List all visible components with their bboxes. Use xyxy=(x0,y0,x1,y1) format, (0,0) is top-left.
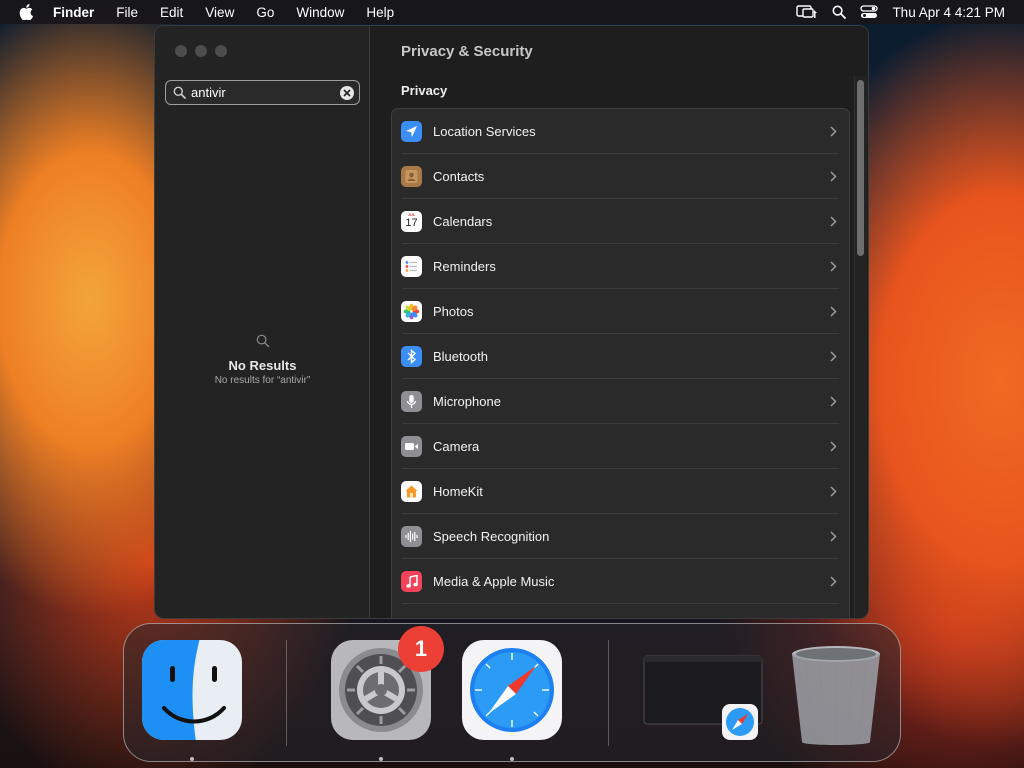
menu-file[interactable]: File xyxy=(116,5,138,20)
notification-badge: 1 xyxy=(398,626,444,672)
window-controls xyxy=(175,45,235,57)
privacy-list: Location Services Contacts JUL 17 Calend… xyxy=(391,108,850,618)
menu-window[interactable]: Window xyxy=(296,5,344,20)
list-item-label: Bluetooth xyxy=(433,349,488,364)
minimize-window-button[interactable] xyxy=(195,45,207,57)
search-icon xyxy=(155,334,370,348)
menu-edit[interactable]: Edit xyxy=(160,5,183,20)
list-item-bluetooth[interactable]: Bluetooth xyxy=(392,334,849,379)
list-item-label: Speech Recognition xyxy=(433,529,550,544)
settings-content: Privacy & Security Privacy Location Serv… xyxy=(371,26,868,618)
waveform-icon xyxy=(401,526,422,547)
trash-icon xyxy=(792,646,880,745)
list-item-homekit[interactable]: HomeKit xyxy=(392,469,849,514)
apple-logo-icon[interactable] xyxy=(19,4,33,20)
chevron-right-icon xyxy=(830,306,837,317)
list-item-label: Camera xyxy=(433,439,480,454)
dock-trash[interactable] xyxy=(784,638,888,745)
menu-clock[interactable]: Thu Apr 4 4:21 PM xyxy=(892,5,1005,20)
chevron-right-icon xyxy=(830,216,837,227)
running-indicator xyxy=(190,757,194,761)
list-item-label: HomeKit xyxy=(433,484,483,499)
list-item-contacts[interactable]: Contacts xyxy=(392,154,849,199)
chevron-right-icon xyxy=(830,261,837,272)
spotlight-search-icon[interactable] xyxy=(832,5,847,19)
list-item-label: Reminders xyxy=(433,259,496,274)
list-item-label: Location Services xyxy=(433,124,536,139)
chevron-right-icon xyxy=(830,486,837,497)
dock-separator xyxy=(608,640,609,746)
list-item-reminders[interactable]: Reminders xyxy=(392,244,849,289)
menu-go[interactable]: Go xyxy=(256,5,274,20)
menu-view[interactable]: View xyxy=(205,5,234,20)
minimized-window-icon xyxy=(643,655,763,740)
search-input[interactable]: antivir xyxy=(191,85,340,100)
search-icon xyxy=(173,86,186,99)
no-results-panel: No Results No results for “antivir” xyxy=(155,334,370,386)
list-item-camera[interactable]: Camera xyxy=(392,424,849,469)
clear-search-icon[interactable] xyxy=(340,85,354,100)
bluetooth-icon xyxy=(401,346,422,367)
calendar-icon: JUL 17 xyxy=(401,211,422,232)
location-arrow-icon xyxy=(401,121,422,142)
list-item-label: Media & Apple Music xyxy=(433,574,555,589)
close-window-button[interactable] xyxy=(175,45,187,57)
list-item-calendars[interactable]: JUL 17 Calendars xyxy=(392,199,849,244)
music-note-icon xyxy=(401,571,422,592)
no-results-subtitle: No results for “antivir” xyxy=(214,375,311,386)
chevron-right-icon xyxy=(830,351,837,362)
list-item-label: Calendars xyxy=(433,214,493,229)
microphone-icon xyxy=(401,391,422,412)
dock-separator xyxy=(286,640,287,746)
safari-compass-icon xyxy=(462,640,562,740)
menu-bar: Finder File Edit View Go Window Help Thu… xyxy=(0,0,1024,24)
system-settings-window: antivir No Results No results for “antiv… xyxy=(154,25,869,619)
dock-finder[interactable] xyxy=(140,638,244,742)
chevron-right-icon xyxy=(830,531,837,542)
chevron-right-icon xyxy=(830,171,837,182)
list-item-microphone[interactable]: Microphone xyxy=(392,379,849,424)
chevron-right-icon xyxy=(830,126,837,137)
contacts-book-icon xyxy=(401,166,422,187)
dock-minimized-window[interactable] xyxy=(642,638,766,742)
chevron-right-icon xyxy=(830,576,837,587)
list-item-label: Microphone xyxy=(433,394,501,409)
dock-system-settings[interactable]: 1 xyxy=(329,626,444,742)
sidebar: antivir No Results No results for “antiv… xyxy=(155,26,370,618)
chevron-right-icon xyxy=(830,396,837,407)
list-item-label: Photos xyxy=(433,304,474,319)
search-field[interactable]: antivir xyxy=(165,80,360,105)
scrollbar-thumb[interactable] xyxy=(857,80,864,256)
list-item-label: Contacts xyxy=(433,169,485,184)
menu-app-name[interactable]: Finder xyxy=(53,5,94,20)
zoom-window-button[interactable] xyxy=(215,45,227,57)
list-item-photos[interactable]: Photos xyxy=(392,289,849,334)
chevron-right-icon xyxy=(830,441,837,452)
running-indicator xyxy=(379,757,383,761)
photos-flower-icon xyxy=(401,301,422,322)
list-item-media-apple-music[interactable]: Media & Apple Music xyxy=(392,559,849,604)
no-results-title: No Results xyxy=(228,358,297,373)
list-item-speech-recognition[interactable]: Speech Recognition xyxy=(392,514,849,559)
control-center-icon[interactable] xyxy=(860,5,879,19)
reminders-list-icon xyxy=(401,256,422,277)
dock-safari[interactable] xyxy=(460,638,564,742)
section-title: Privacy xyxy=(401,83,448,98)
running-indicator xyxy=(510,757,514,761)
camera-icon xyxy=(401,436,422,457)
dock: 1 xyxy=(123,623,901,762)
list-item-location-services[interactable]: Location Services xyxy=(392,109,849,154)
home-icon xyxy=(401,481,422,502)
menu-help[interactable]: Help xyxy=(366,5,394,20)
page-title: Privacy & Security xyxy=(401,43,533,60)
finder-icon xyxy=(142,640,242,740)
screen-mirroring-icon[interactable] xyxy=(796,4,818,20)
